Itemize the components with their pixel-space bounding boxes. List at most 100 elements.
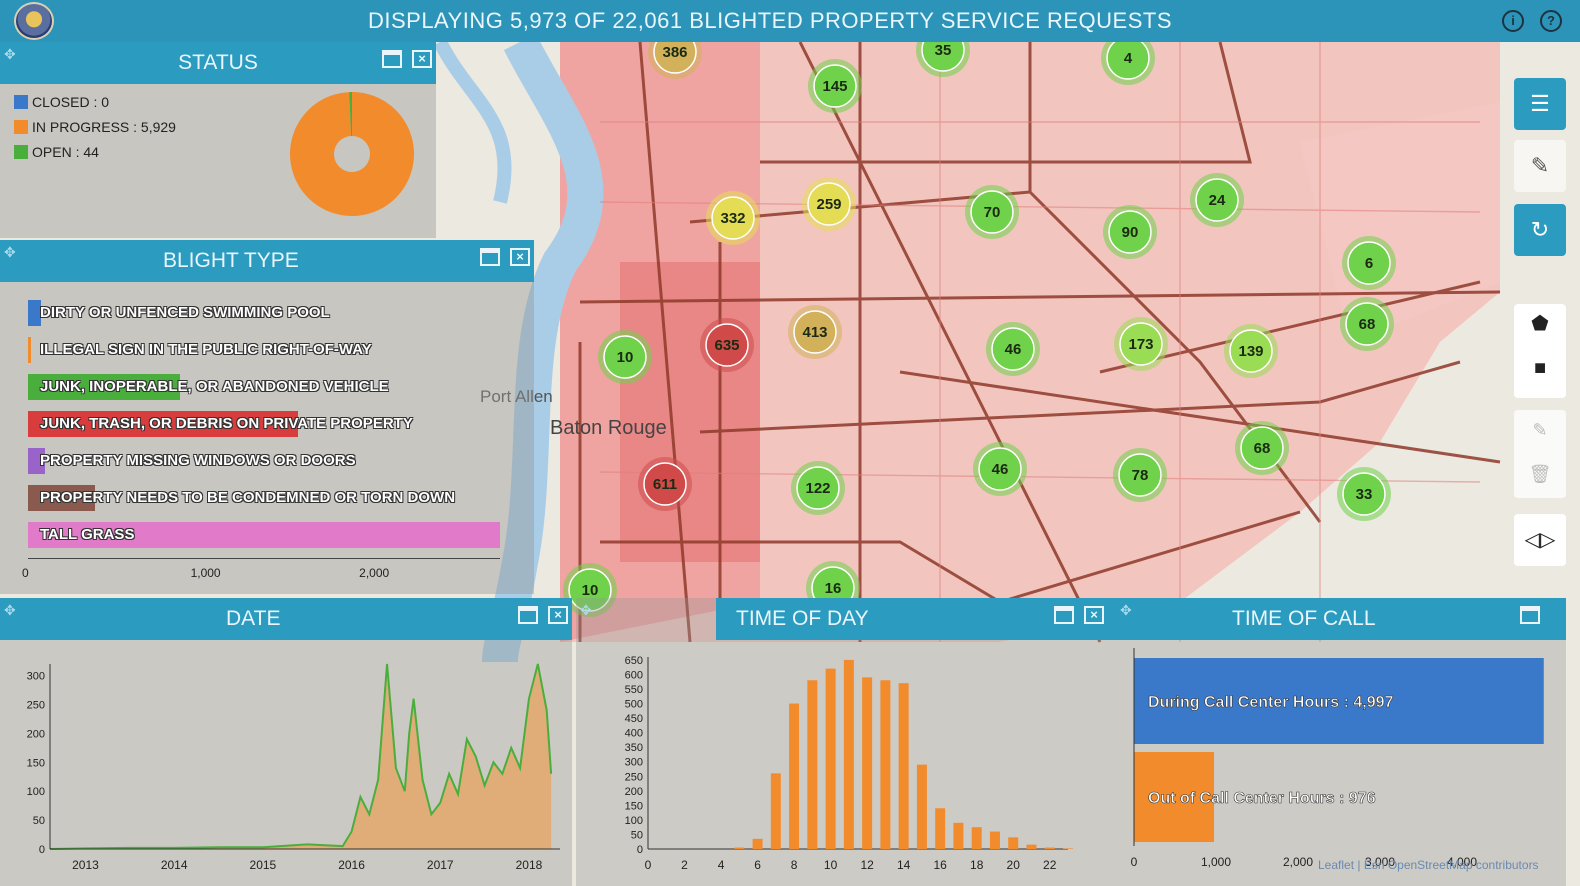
square-icon[interactable]: ■ — [1514, 348, 1566, 392]
blight-bar-row[interactable]: JUNK, INOPERABLE, OR ABANDONED VEHICLE — [28, 374, 500, 400]
x-axis — [28, 558, 500, 559]
x-tick-label: 2015 — [250, 858, 277, 872]
maximize-icon[interactable] — [1520, 606, 1540, 624]
blight-bar-row[interactable]: DIRTY OR UNFENCED SWIMMING POOL — [28, 300, 500, 326]
map-cluster-marker[interactable]: 46 — [973, 442, 1027, 496]
blight-bar-row[interactable]: ILLEGAL SIGN IN THE PUBLIC RIGHT-OF-WAY — [28, 337, 500, 363]
move-handle-icon[interactable]: ✥ — [1120, 602, 1132, 619]
split-icon: ◁▷ — [1524, 529, 1556, 551]
x-tick-label: 2,000 — [1283, 855, 1313, 869]
x-tick-label: 1,000 — [1201, 855, 1231, 869]
blight-bar-row[interactable]: PROPERTY MISSING WINDOWS OR DOORS — [28, 448, 500, 474]
blight-panel-title: BLIGHT TYPE — [163, 249, 299, 272]
split-button[interactable]: ◁▷ — [1514, 514, 1566, 566]
map-attribution[interactable]: Leaflet | Esri OpenStreetMap contributor… — [1318, 858, 1539, 872]
header-bar: DISPLAYING 5,973 OF 22,061 BLIGHTED PROP… — [0, 0, 1580, 42]
cluster-count: 122 — [805, 480, 830, 497]
x-tick-label: 2017 — [427, 858, 454, 872]
map-cluster-marker[interactable]: 46 — [986, 322, 1040, 376]
blight-bar-row[interactable]: JUNK, TRASH, OR DEBRIS ON PRIVATE PROPER… — [28, 411, 500, 437]
map-cluster-marker[interactable]: 6 — [1342, 236, 1396, 290]
tod-bar — [1008, 837, 1019, 849]
status-panel-header: STATUS — [0, 42, 436, 84]
map-cluster-marker[interactable]: 611 — [638, 457, 692, 511]
x-tick-label: 1,000 — [190, 566, 221, 580]
x-tick-label: 22 — [1043, 858, 1057, 872]
map-cluster-marker[interactable]: 139 — [1224, 324, 1278, 378]
map-cluster-marker[interactable]: 173 — [1114, 317, 1168, 371]
wrench-button[interactable]: ✎ — [1514, 140, 1566, 192]
tod-bar — [989, 831, 1000, 849]
map-cluster-marker[interactable]: 635 — [700, 318, 754, 372]
blight-bar[interactable] — [28, 337, 31, 363]
x-tick-label: 0 — [1131, 855, 1138, 869]
refresh-icon: ↻ — [1530, 217, 1550, 242]
cluster-count: 10 — [582, 582, 599, 599]
map-cluster-marker[interactable]: 33 — [1337, 467, 1391, 521]
refresh-button[interactable]: ↻ — [1514, 204, 1566, 256]
cluster-count: 145 — [822, 78, 847, 95]
map-cluster-marker[interactable]: 68 — [1235, 421, 1289, 475]
edit-icon[interactable]: ✎ — [1514, 410, 1566, 454]
map-cluster-marker[interactable]: 90 — [1103, 205, 1157, 259]
maximize-icon[interactable] — [1054, 606, 1074, 624]
map-cluster-marker[interactable]: 145 — [808, 59, 862, 113]
blight-bar-label: TALL GRASS — [40, 526, 135, 543]
y-tick-label: 200 — [27, 728, 45, 740]
cluster-count: 24 — [1209, 192, 1226, 209]
trash-icon[interactable]: 🗑 — [1514, 454, 1566, 498]
close-icon[interactable]: × — [1084, 606, 1104, 624]
legend-label-closed: CLOSED : 0 — [32, 94, 110, 110]
map-cluster-marker[interactable]: 24 — [1190, 173, 1244, 227]
tod-bar — [953, 822, 964, 849]
close-icon[interactable]: × — [412, 50, 432, 68]
y-tick-label: 0 — [39, 844, 45, 856]
tod-bar — [935, 808, 946, 849]
x-tick-label: 2016 — [338, 858, 365, 872]
date-panel: DATE ✥ × 0 50 100 150 200 250 300 2013 2014 2015 2… — [0, 598, 572, 886]
map-cluster-marker[interactable]: 68 — [1340, 297, 1394, 351]
y-tick-label: 100 — [27, 786, 45, 798]
map-cluster-marker[interactable]: 413 — [788, 305, 842, 359]
tod-bar — [789, 703, 800, 849]
x-tick-label: 20 — [1007, 858, 1021, 872]
x-tick-label: 0 — [645, 858, 652, 872]
map-cluster-marker[interactable]: 332 — [706, 191, 760, 245]
menu-button[interactable]: ☰ — [1514, 78, 1566, 130]
map-cluster-marker[interactable]: 259 — [802, 177, 856, 231]
x-tick-label: 4 — [718, 858, 725, 872]
move-handle-icon[interactable]: ✥ — [4, 46, 16, 63]
map-cluster-marker[interactable]: 10 — [598, 330, 652, 384]
legend-label-open: OPEN : 44 — [32, 144, 99, 160]
tod-bar — [770, 773, 781, 849]
y-tick-label: 500 — [625, 699, 643, 711]
map-cluster-marker[interactable]: 78 — [1113, 448, 1167, 502]
tod-bar — [880, 680, 891, 849]
x-tick-label: 2018 — [516, 858, 543, 872]
map-cluster-marker[interactable]: 70 — [965, 185, 1019, 239]
blight-bar-row[interactable]: TALL GRASS — [28, 522, 500, 548]
status-panel: STATUS ✥ × CLOSED : 0 IN PROGRESS : 5,92… — [0, 42, 436, 238]
y-tick-label: 200 — [625, 786, 643, 798]
move-handle-icon[interactable]: ✥ — [4, 244, 16, 261]
maximize-icon[interactable] — [480, 248, 500, 266]
maximize-icon[interactable] — [382, 50, 402, 68]
status-donut-chart — [290, 92, 414, 217]
info-icon[interactable]: i — [1502, 10, 1524, 32]
blight-bar-row[interactable]: PROPERTY NEEDS TO BE CONDEMNED OR TORN D… — [28, 485, 500, 511]
map-cluster-marker[interactable]: 122 — [791, 461, 845, 515]
draw-toolbar: ⬟ ■ — [1514, 304, 1566, 398]
tod-panel-title: TIME OF DAY — [736, 607, 869, 630]
move-handle-icon[interactable]: ✥ — [580, 602, 592, 619]
maximize-icon[interactable] — [518, 606, 538, 624]
tod-bar — [971, 827, 982, 849]
tod-bar — [898, 683, 909, 849]
blight-bar-label: DIRTY OR UNFENCED SWIMMING POOL — [40, 304, 330, 321]
help-icon[interactable]: ? — [1540, 10, 1562, 32]
cluster-count: 413 — [802, 324, 827, 341]
close-icon[interactable]: × — [510, 248, 530, 266]
move-handle-icon[interactable]: ✥ — [4, 602, 16, 619]
polygon-icon[interactable]: ⬟ — [1514, 304, 1566, 348]
close-icon[interactable]: × — [548, 606, 568, 624]
time-of-day-bar-chart: 0 50 100 150 200 250 300 350 400 450 500 550 600 650 0… — [625, 655, 1073, 872]
